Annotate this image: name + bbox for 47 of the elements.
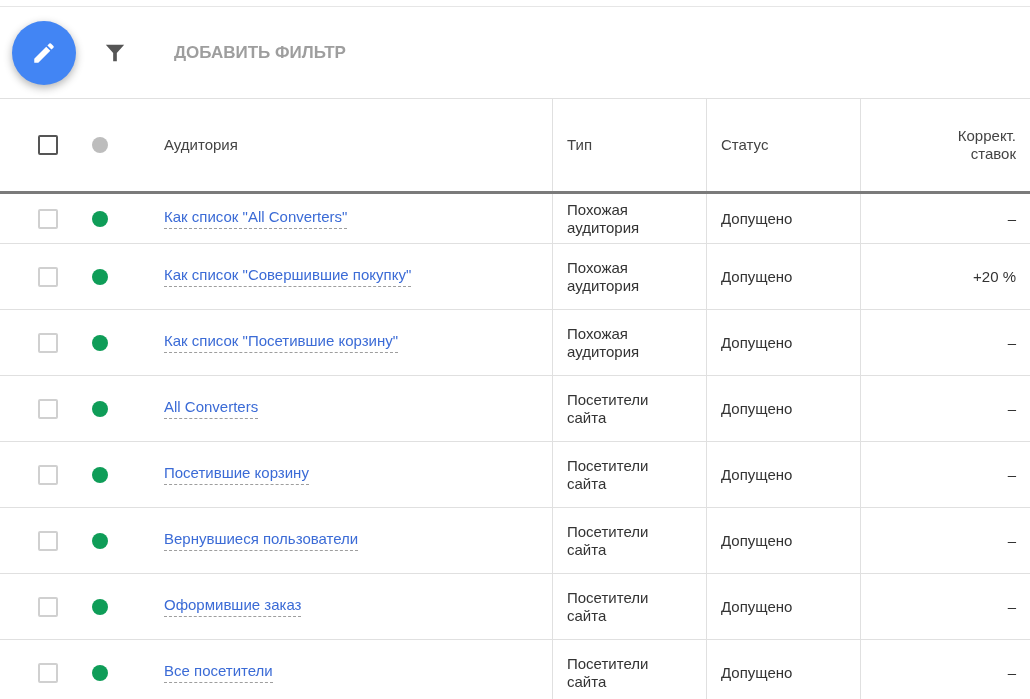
- bid-adjustment-cell: –: [1007, 663, 1016, 682]
- status-cell: Допущено: [721, 399, 793, 418]
- type-cell-text: Похожая аудитория: [567, 258, 641, 295]
- row-checkbox[interactable]: [38, 596, 58, 617]
- status-cell: Допущено: [721, 597, 793, 616]
- audience-link[interactable]: Как список "All Converters": [164, 208, 348, 229]
- row-checkbox[interactable]: [38, 208, 58, 229]
- row-checkbox[interactable]: [38, 398, 58, 419]
- status-cell: Допущено: [721, 267, 793, 286]
- type-cell-text: Похожая аудитория: [567, 324, 641, 361]
- row-checkbox[interactable]: [38, 662, 58, 683]
- bid-adjustment-cell: –: [1007, 399, 1016, 418]
- audience-link[interactable]: Как список "Совершившие покупку": [164, 266, 412, 287]
- audience-link[interactable]: Вернувшиеся пользователи: [164, 530, 359, 551]
- type-cell-text: Посетители сайта: [567, 588, 650, 625]
- status-cell: Допущено: [721, 209, 793, 228]
- select-all-checkbox[interactable]: [38, 135, 58, 155]
- add-filter-button[interactable]: ДОБАВИТЬ ФИЛЬТР: [174, 42, 346, 63]
- column-header[interactable]: Тип: [567, 136, 592, 154]
- bid-adjustment-cell: +20 %: [973, 267, 1016, 286]
- column-header[interactable]: Аудитория: [164, 136, 238, 154]
- edit-button[interactable]: [12, 20, 76, 85]
- bid-adjustment-cell: –: [1007, 531, 1016, 550]
- bid-adjustment-cell: –: [1007, 209, 1016, 228]
- status-cell: Допущено: [721, 465, 793, 484]
- audience-link[interactable]: Все посетители: [164, 662, 273, 683]
- status-cell: Допущено: [721, 333, 793, 352]
- type-cell-text: Посетители сайта: [567, 654, 650, 691]
- type-cell-text: Посетители сайта: [567, 456, 650, 493]
- status-cell: Допущено: [721, 531, 793, 550]
- row-checkbox[interactable]: [38, 530, 58, 551]
- bid-adjustment-cell: –: [1007, 333, 1016, 352]
- status-cell: Допущено: [721, 663, 793, 682]
- column-header[interactable]: Статус: [721, 136, 769, 154]
- row-checkbox[interactable]: [38, 464, 58, 485]
- column-header[interactable]: Коррект. ставок: [926, 127, 1016, 163]
- type-cell-text: Похожая аудитория: [567, 200, 641, 237]
- type-cell-text: Посетители сайта: [567, 522, 650, 559]
- row-checkbox[interactable]: [38, 332, 58, 353]
- audience-link[interactable]: Посетившие корзину: [164, 464, 309, 485]
- bid-adjustment-cell: –: [1007, 597, 1016, 616]
- bid-adjustment-cell: –: [1007, 465, 1016, 484]
- audience-link[interactable]: Как список "Посетившие корзину": [164, 332, 399, 353]
- type-cell-text: Посетители сайта: [567, 390, 650, 427]
- audience-link[interactable]: All Converters: [164, 398, 259, 419]
- audience-link[interactable]: Оформившие заказ: [164, 596, 302, 617]
- row-checkbox[interactable]: [38, 266, 58, 287]
